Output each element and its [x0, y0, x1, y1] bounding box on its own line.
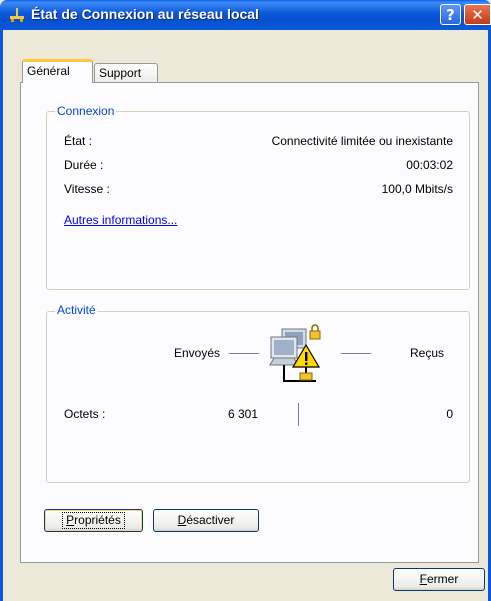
more-info-link[interactable]: Autres informations...	[64, 213, 177, 227]
window-title: État de Connexion au réseau local	[31, 6, 259, 22]
window-frame-left	[0, 30, 3, 601]
duration-label: Durée :	[64, 158, 104, 172]
close-dialog-button[interactable]: Fermer	[393, 568, 485, 591]
activite-group	[46, 311, 470, 483]
network-warning-icon	[269, 324, 321, 382]
network-connection-icon	[10, 8, 24, 22]
close-button[interactable]: ✕	[464, 4, 491, 25]
tab-general[interactable]: Général	[22, 59, 93, 83]
activite-legend: Activité	[55, 303, 98, 317]
disable-mnemonic: D	[177, 513, 187, 527]
octets-received-value: 0	[446, 407, 453, 421]
received-label: Reçus	[410, 346, 445, 360]
speed-label: Vitesse :	[64, 182, 110, 196]
state-label: État :	[64, 134, 93, 148]
disable-label: ésactiver	[186, 513, 235, 527]
close-label: ermer	[427, 572, 459, 586]
duration-value: 00:03:02	[406, 158, 453, 172]
tab-support[interactable]: Support	[94, 63, 158, 83]
help-button[interactable]: ?	[440, 4, 461, 25]
octets-sent-value: 6 301	[227, 407, 258, 421]
octets-separator	[298, 403, 299, 426]
connexion-legend: Connexion	[55, 104, 117, 118]
octets-label: Octets :	[64, 407, 106, 421]
speed-value: 100,0 Mbits/s	[381, 182, 453, 196]
state-value: Connectivité limitée ou inexistante	[271, 134, 453, 148]
properties-mnemonic: P	[66, 513, 75, 527]
properties-button[interactable]: Propriétés	[44, 509, 143, 532]
disable-button[interactable]: Désactiver	[153, 509, 259, 532]
close-mnemonic: F	[419, 572, 427, 586]
properties-label: ropriétés	[74, 513, 121, 527]
sent-line	[229, 353, 259, 354]
received-line	[341, 353, 371, 354]
sent-label: Envoyés	[174, 346, 221, 360]
title-bar[interactable]: État de Connexion au réseau local ? ✕	[0, 0, 491, 30]
